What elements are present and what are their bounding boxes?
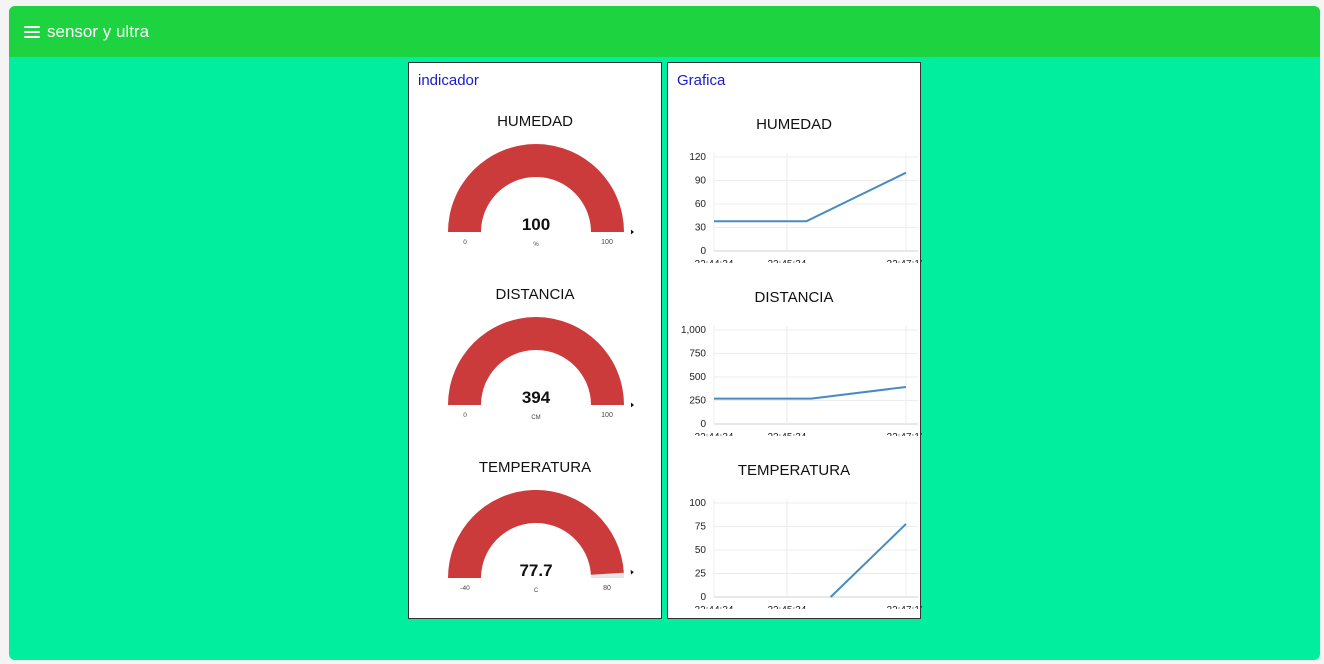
y-tick-label: 120 xyxy=(689,152,706,163)
gauge-min: 0 xyxy=(463,239,467,246)
page-title: sensor y ultra xyxy=(47,21,150,41)
y-tick-label: 0 xyxy=(700,419,706,430)
gauge-value: 394 xyxy=(522,388,551,407)
y-tick-label: 0 xyxy=(700,246,706,257)
gauge-graphic: 77.7 C -40 80 xyxy=(448,489,634,594)
gauge-graphic: 100% 0 100 xyxy=(448,144,634,248)
line-chart: 0 250 500 750 1,000 22:44:34 22:45:34 22:47:12 xyxy=(681,325,922,436)
gauge-units: % xyxy=(533,242,539,248)
gauge-max: 100 xyxy=(601,239,613,246)
group-grafica: Grafica HUMEDAD 030609012022:44:3422:45:… xyxy=(667,62,922,619)
gauge-max: 100 xyxy=(601,412,613,419)
gauge-graphic: 394 CM 0 100 xyxy=(448,317,634,421)
y-tick-label: 50 xyxy=(695,545,707,556)
x-tick-label: 22:47:12 xyxy=(887,605,922,609)
gauge-min: 0 xyxy=(463,412,467,419)
gauge-distancia: DISTANCIA 394 CM 0 100 xyxy=(409,282,661,432)
x-tick-label: 22:47:12 xyxy=(887,259,922,263)
gauge-units: C xyxy=(534,588,539,594)
gauge-min: -40 xyxy=(460,585,470,592)
hamburger-menu-icon[interactable] xyxy=(24,25,40,38)
x-tick-label: 22:45:34 xyxy=(767,259,806,263)
y-tick-label: 250 xyxy=(689,396,706,407)
chart-humedad: HUMEDAD 030609012022:44:3422:45:3422:47:… xyxy=(668,113,922,263)
x-tick-label: 22:44:34 xyxy=(695,605,734,609)
gauge-max: 80 xyxy=(603,585,611,592)
gauge-needle xyxy=(630,402,634,408)
series-line xyxy=(714,171,907,223)
chart-distancia: DISTANCIA 02505007501,00022:44:3422:45:3… xyxy=(668,286,922,436)
gauge-value: 77.7 xyxy=(519,561,552,580)
y-tick-label: 100 xyxy=(689,498,706,509)
chart-temperatura: TEMPERATURA 025507510022:44:3422:45:3422… xyxy=(668,459,922,609)
series-line xyxy=(714,385,907,400)
y-tick-label: 0 xyxy=(700,592,706,603)
y-tick-label: 500 xyxy=(689,372,706,383)
group-indicador: indicador HUMEDAD 100% 0 100 DISTANCIA 394… xyxy=(408,62,662,619)
x-tick-label: 22:45:34 xyxy=(767,432,806,436)
y-tick-label: 25 xyxy=(695,569,707,580)
gauge-needle xyxy=(630,229,634,235)
y-tick-label: 60 xyxy=(695,199,707,210)
toolbar: sensor y ultra xyxy=(9,6,1320,57)
gauge-needle xyxy=(630,569,634,575)
dashboard: sensor y ultra indicador HUMEDAD 100% 0 10… xyxy=(9,6,1320,660)
gauge-humedad: HUMEDAD 100% 0 100 xyxy=(409,109,661,259)
x-tick-label: 22:44:34 xyxy=(695,259,734,263)
y-tick-label: 90 xyxy=(695,176,707,187)
x-tick-label: 22:47:12 xyxy=(887,432,922,436)
group-title-grafica: Grafica xyxy=(677,72,726,89)
gauge-value: 100 xyxy=(522,215,550,234)
y-tick-label: 1,000 xyxy=(681,325,706,336)
group-title-indicador: indicador xyxy=(418,72,479,89)
y-tick-label: 75 xyxy=(695,522,707,533)
line-chart: 0 25 50 75 100 22:44:34 22:45:34 22:47:12 xyxy=(689,498,922,609)
series-line xyxy=(829,523,907,598)
gauge-temperatura: TEMPERATURA 77.7 C -40 80 xyxy=(409,455,661,605)
y-tick-label: 750 xyxy=(689,349,706,360)
line-chart: 0 30 60 90 120 22:44:34 22:45:34 22:47:12 xyxy=(689,152,922,263)
y-tick-label: 30 xyxy=(695,223,707,234)
x-tick-label: 22:44:34 xyxy=(695,432,734,436)
gauge-units: CM xyxy=(531,415,540,421)
x-tick-label: 22:45:34 xyxy=(767,605,806,609)
